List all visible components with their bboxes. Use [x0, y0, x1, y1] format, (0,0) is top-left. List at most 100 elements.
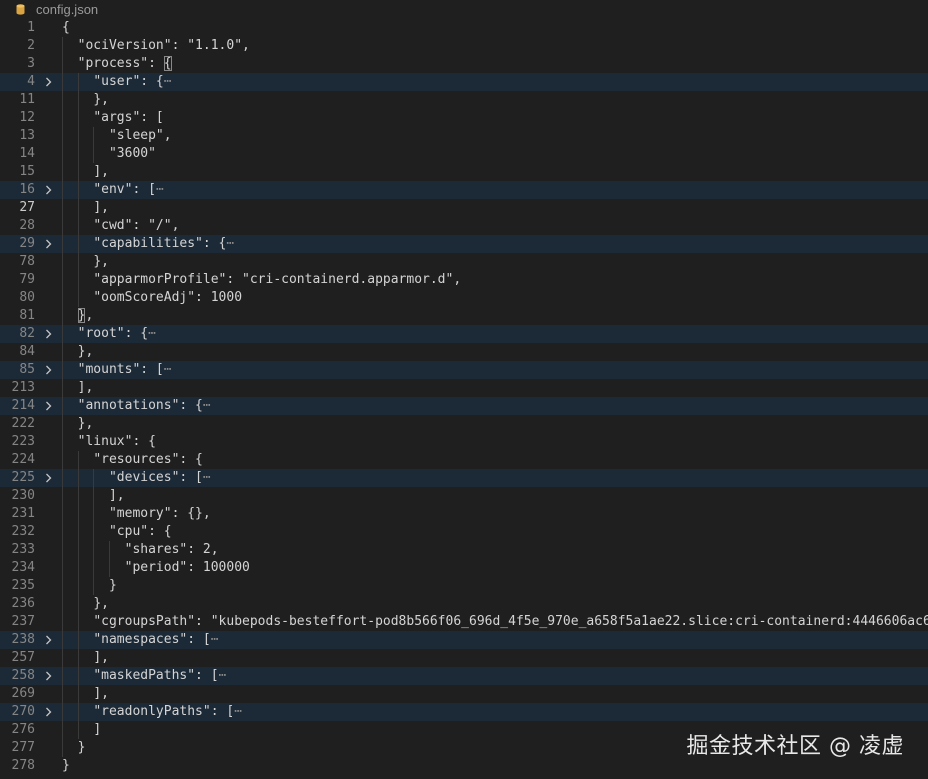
- fold-ellipsis[interactable]: ⋯: [219, 668, 227, 683]
- line-number: 3: [27, 56, 35, 71]
- code-text: "maskedPaths": [⋯: [93, 667, 226, 685]
- line-number: 222: [11, 416, 35, 431]
- code-line[interactable]: 2 "ociVersion": "1.1.0",: [0, 37, 928, 55]
- fold-ellipsis[interactable]: ⋯: [234, 704, 242, 719]
- line-number: 15: [19, 164, 35, 179]
- indent-guide: [77, 451, 79, 469]
- code-text: }: [109, 577, 117, 595]
- code-content: "shares": 2,: [124, 542, 219, 557]
- code-line[interactable]: 85 "mounts": [⋯: [0, 361, 928, 379]
- chevron-right-icon[interactable]: [43, 235, 55, 253]
- indent-guide: [62, 631, 63, 649]
- indent-guide: [62, 541, 63, 559]
- code-content: "args": [: [93, 110, 164, 125]
- indent-guide: [62, 703, 63, 721]
- code-line[interactable]: 27],: [0, 199, 928, 217]
- fold-ellipsis[interactable]: ⋯: [203, 398, 211, 413]
- code-line[interactable]: 82 "root": {⋯: [0, 325, 928, 343]
- tab-title: config.json: [36, 2, 99, 17]
- code-line[interactable]: 78},: [0, 253, 928, 271]
- tab-config-json[interactable]: config.json: [0, 0, 98, 19]
- code-line[interactable]: 81},: [0, 307, 928, 325]
- indent-guide: [93, 127, 95, 145]
- code-line[interactable]: 80 "oomScoreAdj": 1000: [0, 289, 928, 307]
- chevron-right-icon[interactable]: [43, 73, 55, 91]
- code-line[interactable]: 3 "process": {: [0, 55, 928, 73]
- code-line[interactable]: 231 "memory": {},: [0, 505, 928, 523]
- code-line[interactable]: 222},: [0, 415, 928, 433]
- code-line[interactable]: 79 "apparmorProfile": "cri-containerd.app…: [0, 271, 928, 289]
- code-line[interactable]: 269],: [0, 685, 928, 703]
- indent-guide: [93, 487, 95, 505]
- code-content: "cwd": "/",: [93, 218, 180, 233]
- code-line[interactable]: 13 "sleep",: [0, 127, 928, 145]
- code-line[interactable]: 4 "user": {⋯: [0, 73, 928, 91]
- code-line[interactable]: 258 "maskedPaths": [⋯: [0, 667, 928, 685]
- chevron-right-icon[interactable]: [43, 361, 55, 379]
- code-text: },: [77, 307, 93, 325]
- fold-ellipsis[interactable]: ⋯: [203, 470, 211, 485]
- indent-guide: [62, 523, 63, 541]
- chevron-right-icon[interactable]: [43, 667, 55, 685]
- code-content: },: [93, 596, 109, 611]
- code-text: "args": [: [93, 109, 163, 127]
- code-line[interactable]: 11},: [0, 91, 928, 109]
- indent-guide: [77, 703, 79, 721]
- code-line[interactable]: 29 "capabilities": {⋯: [0, 235, 928, 253]
- line-number: 276: [11, 722, 35, 737]
- code-line[interactable]: 257],: [0, 649, 928, 667]
- code-content: "apparmorProfile": "cri-containerd.appar…: [93, 272, 462, 287]
- code-line[interactable]: 12 "args": [: [0, 109, 928, 127]
- code-line[interactable]: 270 "readonlyPaths": [⋯: [0, 703, 928, 721]
- indent-guide: [62, 415, 63, 433]
- code-line[interactable]: 236},: [0, 595, 928, 613]
- code-line[interactable]: 14 "3600": [0, 145, 928, 163]
- indent-guide: [62, 739, 63, 757]
- chevron-right-icon[interactable]: [43, 703, 55, 721]
- code-content: ],: [77, 380, 94, 395]
- code-text: "user": {⋯: [93, 73, 171, 91]
- indent-guide: [77, 109, 79, 127]
- code-lines[interactable]: 1{2 "ociVersion": "1.1.0", 3 "process": {4 "…: [0, 19, 928, 775]
- indent-guide: [77, 595, 79, 613]
- fold-ellipsis[interactable]: ⋯: [164, 74, 172, 89]
- code-line[interactable]: 235}: [0, 577, 928, 595]
- fold-ellipsis[interactable]: ⋯: [226, 236, 234, 251]
- fold-ellipsis[interactable]: ⋯: [211, 632, 219, 647]
- chevron-right-icon[interactable]: [43, 469, 55, 487]
- code-line[interactable]: 1{: [0, 19, 928, 37]
- code-line[interactable]: 237 "cgroupsPath": "kubepods-besteffort-p…: [0, 613, 928, 631]
- code-content: "devices": [: [108, 470, 203, 485]
- code-text: ],: [109, 487, 125, 505]
- fold-ellipsis[interactable]: ⋯: [148, 326, 156, 341]
- code-line[interactable]: 15],: [0, 163, 928, 181]
- code-line[interactable]: 233 "shares": 2,: [0, 541, 928, 559]
- indent-guide: [62, 667, 63, 685]
- indent-guide: [62, 127, 63, 145]
- fold-ellipsis[interactable]: ⋯: [164, 362, 172, 377]
- indent-guide: [62, 109, 63, 127]
- code-line[interactable]: 234 "period": 100000: [0, 559, 928, 577]
- code-line[interactable]: 16 "env": [⋯: [0, 181, 928, 199]
- chevron-right-icon[interactable]: [43, 181, 55, 199]
- code-line[interactable]: 28 "cwd": "/",: [0, 217, 928, 235]
- code-content: "ociVersion": "1.1.0",: [77, 38, 250, 53]
- chevron-right-icon[interactable]: [43, 397, 55, 415]
- code-line[interactable]: 223 "linux": {: [0, 433, 928, 451]
- indent-guide: [93, 541, 95, 559]
- code-line[interactable]: 238 "namespaces": [⋯: [0, 631, 928, 649]
- fold-ellipsis[interactable]: ⋯: [156, 182, 164, 197]
- code-content: ],: [93, 686, 109, 701]
- code-line[interactable]: 225 "devices": [⋯: [0, 469, 928, 487]
- code-line[interactable]: 232 "cpu": {: [0, 523, 928, 541]
- line-number: 234: [11, 560, 35, 575]
- code-line[interactable]: 230],: [0, 487, 928, 505]
- code-line[interactable]: 213],: [0, 379, 928, 397]
- indent-guide: [62, 91, 63, 109]
- code-line[interactable]: 214 "annotations": {⋯: [0, 397, 928, 415]
- code-line[interactable]: 224 "resources": {: [0, 451, 928, 469]
- code-content: "maskedPaths": [: [93, 668, 219, 683]
- chevron-right-icon[interactable]: [43, 325, 55, 343]
- chevron-right-icon[interactable]: [43, 631, 55, 649]
- code-line[interactable]: 84},: [0, 343, 928, 361]
